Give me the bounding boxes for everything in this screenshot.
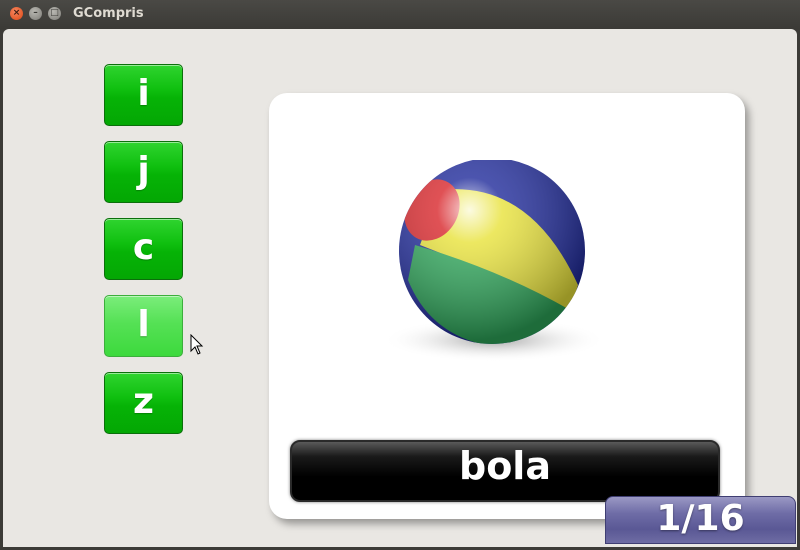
letter-button-1[interactable]: i: [104, 64, 183, 126]
window-title: GCompris: [73, 6, 144, 21]
title-bar: × – □ GCompris: [0, 0, 800, 29]
close-icon[interactable]: ×: [10, 7, 23, 20]
mouse-cursor-icon: [190, 334, 204, 355]
letter-button-5[interactable]: z: [104, 372, 183, 434]
letter-button-2[interactable]: j: [104, 141, 183, 203]
letter-button-3[interactable]: c: [104, 218, 183, 280]
minimize-icon[interactable]: –: [29, 7, 42, 20]
word-label-bar: bola: [290, 440, 720, 502]
progress-counter: 1/16: [605, 496, 796, 544]
letter-button-4[interactable]: l: [104, 295, 183, 357]
progress-label: 1/16: [656, 498, 745, 539]
maximize-icon[interactable]: □: [48, 7, 61, 20]
word-text: bola: [459, 444, 551, 488]
beach-ball-image: [380, 158, 610, 370]
